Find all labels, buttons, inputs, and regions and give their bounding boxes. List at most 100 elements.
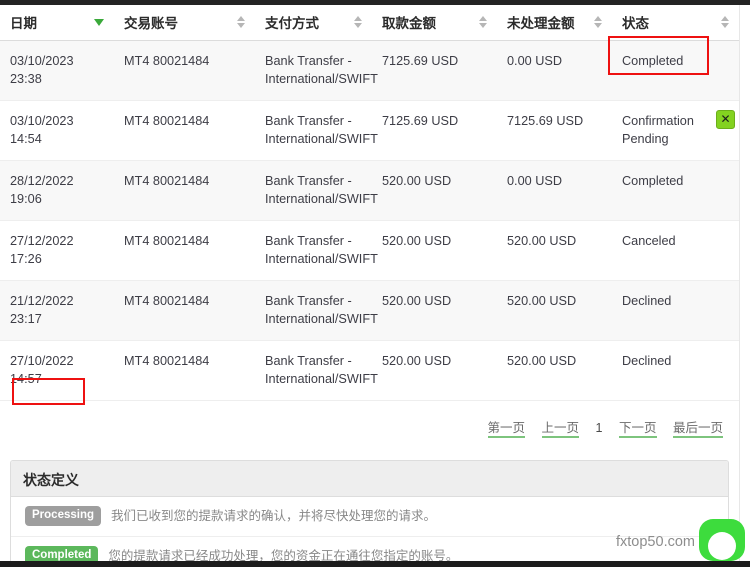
chat-widget-button[interactable]: •• (699, 519, 745, 561)
cell-withdrawal-amount: 520.00 USD (372, 160, 497, 222)
cell-withdrawal-amount: 7125.69 USD (372, 40, 497, 102)
page-content: 日期 交易账号 支付方式 取款金额 未处理金额 状态 03/10/2023 23:38 MT4… (0, 5, 745, 567)
chat-dots-icon: •• (709, 536, 722, 553)
cell-account: MT4 80021484 (114, 40, 255, 102)
status-definition-description: 我们已收到您的提款请求的确认，并将尽快处理您的请求。 (111, 509, 437, 524)
cell-pending-amount-line1: 520.00 USD (507, 354, 577, 369)
column-header-label: 日期 (10, 16, 37, 31)
table-row: 03/10/2023 23:38 MT4 80021484 Bank Transfer… (0, 40, 739, 102)
table-row: 27/12/2022 17:26 MT4 80021484 Bank Transfer… (0, 220, 739, 282)
pagination-last[interactable]: 最后一页 (672, 421, 723, 439)
cell-account-line1: MT4 80021484 (124, 174, 210, 189)
column-header-withdrawal-amount[interactable]: 取款金额 (372, 5, 497, 41)
cell-payment-method: Bank Transfer - International/SWIFT (255, 340, 378, 402)
cell-pending-amount: 520.00 USD (497, 280, 612, 342)
sort-desc-icon[interactable] (94, 18, 104, 26)
column-header-label: 交易账号 (124, 16, 178, 31)
cell-account-line1: MT4 80021484 (124, 54, 210, 68)
column-header-payment-method[interactable]: 支付方式 (255, 5, 372, 41)
sort-both-icon[interactable] (721, 16, 729, 28)
column-header-account[interactable]: 交易账号 (114, 5, 255, 41)
sort-both-icon[interactable] (237, 16, 245, 28)
column-header-label: 状态 (622, 16, 649, 31)
cell-date-line1: 21/12/2022 (10, 294, 74, 309)
cell-date-line2: 19:06 (10, 192, 42, 207)
cell-date: 03/10/2023 14:54 (0, 100, 114, 162)
cell-payment-method-line2: International/SWIFT (265, 72, 378, 87)
cell-pending-amount: 520.00 USD (497, 220, 612, 282)
cell-date-line2: 23:38 (10, 72, 42, 87)
table-row: 03/10/2023 14:54 MT4 80021484 Bank Transfer… (0, 100, 739, 162)
sort-both-icon[interactable] (594, 16, 602, 28)
cell-payment-method-line2: International/SWIFT (265, 312, 378, 327)
cell-date-line2: 17:26 (10, 252, 42, 267)
column-header-status[interactable]: 状态 (612, 5, 739, 41)
cell-withdrawal-amount-line1: 520.00 USD (382, 354, 452, 369)
cell-payment-method-line1: Bank Transfer - (265, 354, 352, 369)
column-header-date[interactable]: 日期 (0, 5, 114, 41)
pagination-prev[interactable]: 上一页 (541, 421, 580, 439)
sort-both-icon[interactable] (479, 16, 487, 28)
cell-account-line1: MT4 80021484 (124, 354, 210, 369)
cell-status: Completed (612, 160, 739, 222)
cell-account-line1: MT4 80021484 (124, 234, 210, 249)
cell-payment-method-line2: International/SWIFT (265, 252, 378, 267)
cell-pending-amount: 0.00 USD (497, 160, 612, 222)
cell-withdrawal-amount: 520.00 USD (372, 220, 497, 282)
status-definitions-title: 状态定义 (11, 461, 728, 498)
cell-pending-amount: 7125.69 USD (497, 100, 612, 162)
status-definition-text: 我们已收到您的提款请求的确认，并将尽快处理您的请求。 (111, 506, 716, 527)
cell-date: 28/12/2022 19:06 (0, 160, 114, 222)
table-body: 03/10/2023 23:38 MT4 80021484 Bank Transfer… (0, 40, 739, 402)
cell-withdrawal-amount-line1: 520.00 USD (382, 294, 452, 309)
cell-withdrawal-amount-line1: 7125.69 USD (382, 54, 459, 68)
cell-pending-amount-line1: 520.00 USD (507, 294, 577, 309)
pagination: 第一页 上一页 1 下一页 最后一页 (0, 401, 739, 439)
column-header-pending-amount[interactable]: 未处理金额 (497, 5, 612, 41)
pagination-first[interactable]: 第一页 (487, 421, 526, 439)
cell-payment-method-line2: International/SWIFT (265, 192, 378, 207)
cell-payment-method: Bank Transfer - International/SWIFT (255, 280, 378, 342)
column-header-label: 支付方式 (265, 16, 319, 31)
cell-payment-method-line1: Bank Transfer - (265, 114, 352, 129)
withdrawal-history-table: 日期 交易账号 支付方式 取款金额 未处理金额 状态 03/10/2023 23:38 MT4… (0, 5, 739, 402)
cell-date: 03/10/2023 23:38 (0, 40, 114, 102)
status-definition-row: Processing 我们已收到您的提款请求的确认，并将尽快处理您的请求。 (11, 497, 728, 537)
cell-account: MT4 80021484 (114, 220, 255, 282)
cell-pending-amount: 0.00 USD (497, 40, 612, 102)
page-root: 日期 交易账号 支付方式 取款金额 未处理金额 状态 03/10/2023 23:38 MT4… (0, 0, 750, 567)
status-definitions-list: Processing 我们已收到您的提款请求的确认，并将尽快处理您的请求。 Comp… (11, 497, 728, 567)
pagination-next[interactable]: 下一页 (618, 421, 657, 439)
bottom-dark-bar (0, 561, 750, 567)
cell-date: 27/12/2022 17:26 (0, 220, 114, 282)
cell-payment-method-line1: Bank Transfer - (265, 174, 352, 189)
cell-status: Confirmation Pending ✕ (612, 100, 739, 162)
cell-date: 27/10/2022 14:57 (0, 340, 114, 402)
status-definitions-panel: 状态定义 Processing 我们已收到您的提款请求的确认，并将尽快处理您的请求… (10, 460, 729, 567)
cell-pending-amount-line1: 7125.69 USD (507, 114, 584, 129)
cell-status-line1: Completed (622, 54, 684, 68)
cell-payment-method: Bank Transfer - International/SWIFT (255, 40, 378, 102)
cell-pending-amount-line1: 0.00 USD (507, 174, 563, 189)
cell-payment-method: Bank Transfer - International/SWIFT (255, 100, 378, 162)
sort-both-icon[interactable] (354, 16, 362, 28)
cell-status-line1: Canceled (622, 234, 676, 249)
cell-date-line2: 14:57 (10, 372, 42, 387)
right-margin (739, 5, 750, 561)
table-row: 27/10/2022 14:57 MT4 80021484 Bank Transfer… (0, 340, 739, 402)
cell-payment-method-line1: Bank Transfer - (265, 234, 352, 249)
cell-pending-amount-line1: 0.00 USD (507, 54, 563, 68)
cell-account-line1: MT4 80021484 (124, 294, 210, 309)
cell-status: Canceled (612, 220, 739, 282)
cell-date-line1: 03/10/2023 (10, 54, 74, 68)
cell-date-line1: 27/12/2022 (10, 234, 74, 249)
cell-pending-amount-line1: 520.00 USD (507, 234, 577, 249)
cell-payment-method: Bank Transfer - International/SWIFT (255, 220, 378, 282)
table-header: 日期 交易账号 支付方式 取款金额 未处理金额 状态 (0, 5, 739, 41)
cell-status-line1: Declined (622, 354, 672, 369)
cell-account: MT4 80021484 (114, 100, 255, 162)
cell-date-line2: 23:17 (10, 312, 42, 327)
cell-payment-method-line2: International/SWIFT (265, 372, 378, 387)
cell-payment-method-line1: Bank Transfer - (265, 54, 352, 68)
cancel-withdrawal-button[interactable]: ✕ (716, 110, 735, 130)
